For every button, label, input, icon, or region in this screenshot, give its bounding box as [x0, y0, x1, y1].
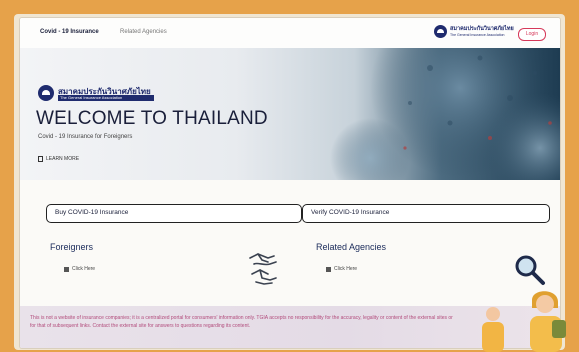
login-button[interactable]: Login [518, 28, 546, 41]
learn-more-icon [38, 156, 43, 162]
disclaimer-text: This is not a website of insurance compa… [30, 315, 453, 329]
hero-subtitle: Covid - 19 Insurance for Foreigners [38, 134, 133, 140]
logo-seal-icon [434, 25, 447, 38]
search-icon [515, 255, 545, 285]
learn-more-label: LEARN MORE [46, 156, 80, 162]
browser-screen: Covid - 19 Insurance Related Agencies สม… [20, 18, 560, 348]
buy-insurance-button[interactable]: Buy COVID-19 Insurance [46, 204, 302, 223]
click-here-icon [64, 266, 69, 272]
foreigners-link-label: Click Here [72, 266, 96, 272]
hero-logo-seal-icon [38, 85, 54, 101]
hero-title: WELCOME TO THAILAND [36, 108, 268, 129]
nav-covid-insurance[interactable]: Covid - 19 Insurance [40, 29, 99, 35]
header-logo[interactable]: สมาคมประกันวินาศภัยไทย The General Insur… [434, 24, 514, 40]
foreigners-click-here-link[interactable]: Click Here [64, 266, 95, 272]
hands-icon [249, 253, 277, 285]
hero-logo: สมาคมประกันวินาศภัยไทย The General Insur… [38, 84, 178, 104]
header-logo-subtext: The General Insurance Association [450, 33, 505, 37]
learn-more-button[interactable]: LEARN MORE [38, 154, 79, 164]
virus-background-image [330, 48, 560, 180]
hero-banner: สมาคมประกันวินาศภัยไทย The General Insur… [20, 48, 560, 180]
foreigners-title: Foreigners [50, 242, 94, 252]
agencies-click-here-icon [326, 266, 331, 272]
agencies-click-here-link[interactable]: Click Here [326, 266, 357, 272]
hero-logo-subtext: The General Insurance Association [58, 95, 154, 101]
agencies-link-label: Click Here [334, 266, 358, 272]
related-agencies-title: Related Agencies [316, 242, 387, 252]
verify-insurance-button[interactable]: Verify COVID-19 Insurance [302, 204, 550, 223]
person-illustration-small [482, 307, 504, 352]
header-logo-text: สมาคมประกันวินาศภัยไทย [450, 26, 514, 32]
top-nav-bar: Covid - 19 Insurance Related Agencies สม… [20, 18, 560, 48]
nav-related-agencies[interactable]: Related Agencies [120, 29, 167, 35]
person-illustration [530, 291, 566, 352]
